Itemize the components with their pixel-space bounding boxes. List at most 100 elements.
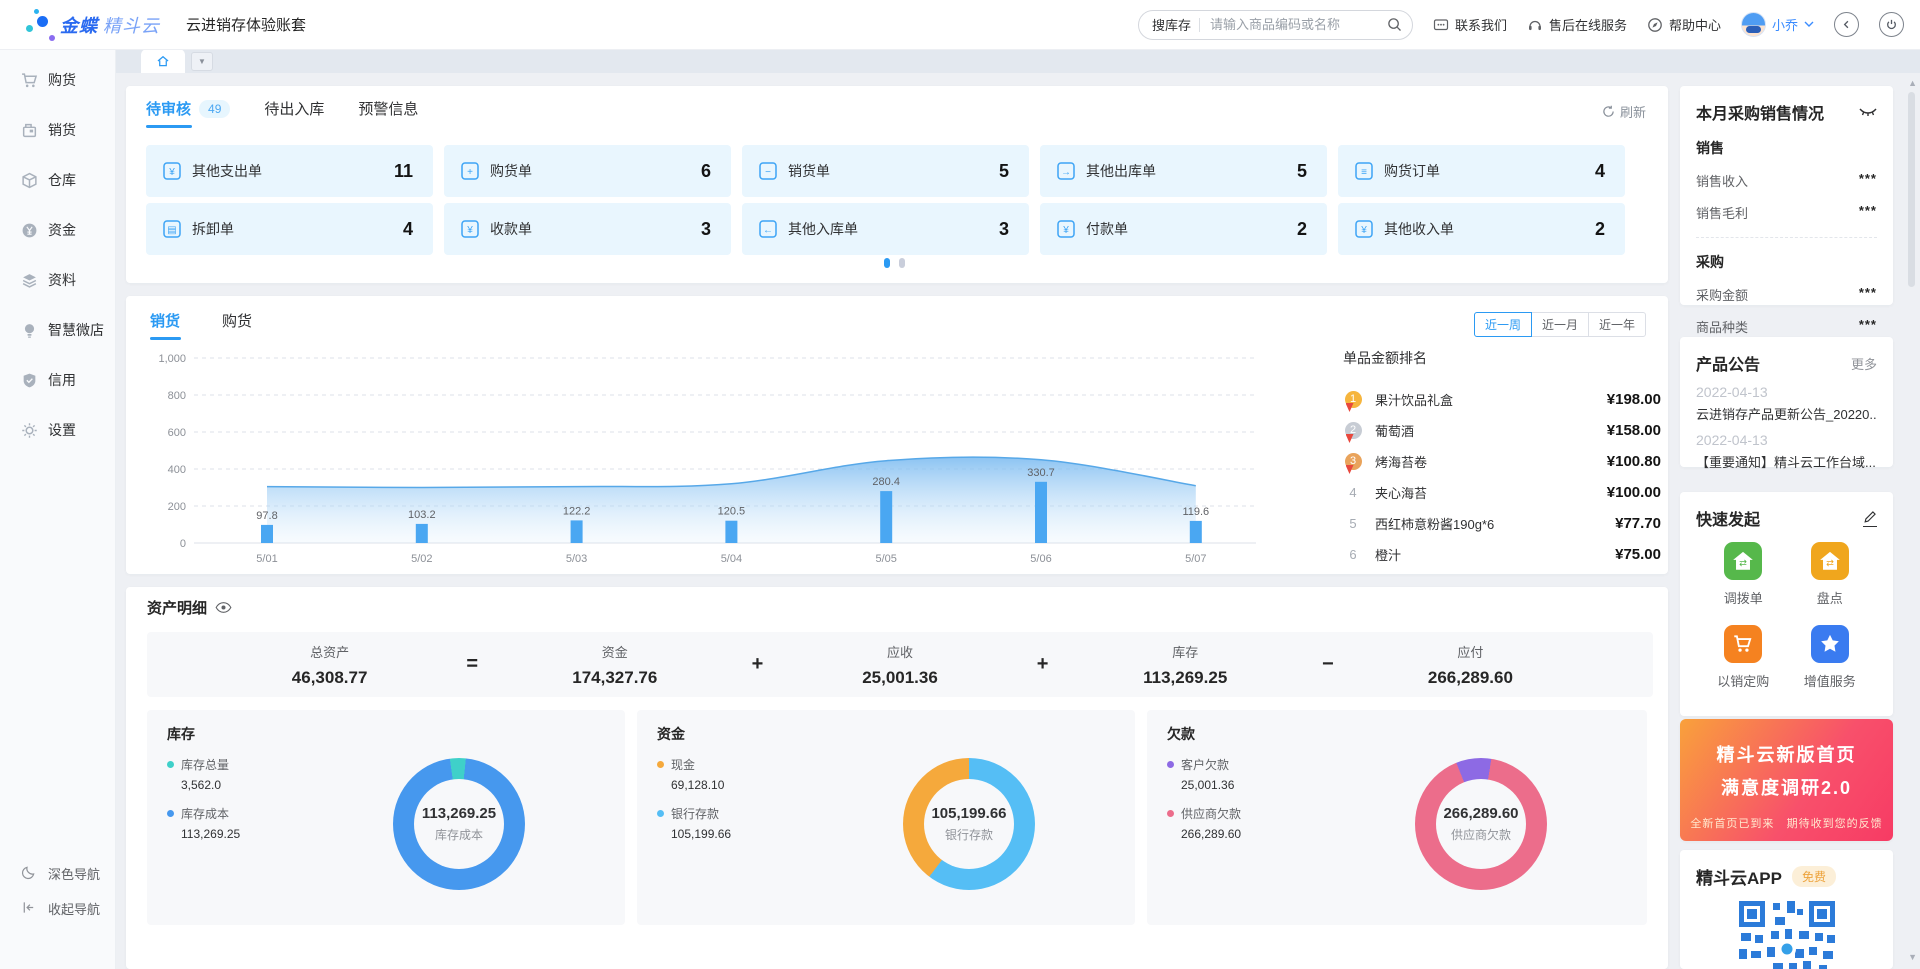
sidebar-toggle-dark-nav[interactable]: 深色导航 (0, 856, 115, 891)
announcement-item[interactable]: 2022-04-13【重要通知】精斗云工作台域... (1680, 432, 1893, 471)
todo-card[interactable]: →其他出库单5 (1040, 145, 1327, 197)
eye-closed-icon[interactable] (1859, 107, 1877, 118)
svg-text:5/04: 5/04 (721, 553, 742, 565)
todo-card[interactable]: +购货单6 (444, 145, 731, 197)
star-icon (1811, 625, 1849, 663)
app-logo[interactable]: 金蝶 精斗云 (22, 4, 160, 46)
nav-contact[interactable]: 联系我们 (1433, 15, 1507, 34)
ranking-item[interactable]: 5西红柿意粉酱190g*6¥77.70 (1343, 512, 1661, 534)
quick-action-transfer-order[interactable]: ⇄调拨单 (1724, 542, 1763, 607)
monthly-row: 商品种类*** (1696, 317, 1877, 336)
todo-card[interactable]: ≡购货订单4 (1338, 145, 1625, 197)
subcard-title: 欠款 (1167, 724, 1195, 744)
todo-card[interactable]: ←其他入库单3 (742, 203, 1029, 255)
app-download-card: 精斗云APP 免费 (1680, 850, 1893, 969)
monthly-row-value: *** (1859, 203, 1877, 222)
range-button-2[interactable]: 近一年 (1588, 312, 1646, 337)
sidebar-item-label: 购货 (48, 70, 76, 90)
bill-icon: ¥ (1354, 219, 1374, 239)
range-button-0[interactable]: 近一周 (1474, 312, 1532, 337)
ranking-product-name: 烤海苔卷 (1375, 452, 1607, 471)
quick-action-label: 以销定购 (1717, 671, 1769, 690)
monthly-row: 销售毛利*** (1696, 203, 1877, 222)
bill-icon: ¥ (1056, 219, 1076, 239)
scrollbar-thumb[interactable] (1908, 92, 1915, 287)
sidebar-item-purchase[interactable]: 购货 (0, 61, 115, 99)
bill-icon: − (758, 161, 778, 181)
trend-tab-sales[interactable]: 销货 (150, 310, 180, 340)
scrollbar-up-arrow[interactable]: ▲ (1908, 78, 1917, 88)
gear-icon (21, 422, 38, 439)
sidebar-item-data[interactable]: 资料 (0, 261, 115, 299)
collapse-icon (21, 900, 38, 917)
carousel-dot-2[interactable] (899, 258, 905, 268)
svg-text:→: → (1061, 167, 1071, 178)
sidebar-item-warehouse[interactable]: 仓库 (0, 161, 115, 199)
user-menu[interactable]: 小乔 (1741, 12, 1814, 37)
todo-card[interactable]: ¥付款单2 (1040, 203, 1327, 255)
trend-tab-purchase[interactable]: 购货 (222, 310, 252, 340)
ranking-rank: 1 (1343, 390, 1363, 408)
nav-after-sales[interactable]: 售后在线服务 (1527, 15, 1627, 34)
todo-tab-1[interactable]: 待出入库 (264, 98, 324, 128)
survey-banner[interactable]: 精斗云新版首页 满意度调研2.0 全新首页已到来 期待收到您的反馈 (1680, 719, 1893, 841)
quick-action-purchase-by-sale[interactable]: 以销定购 (1717, 625, 1769, 690)
sidebar-item-credit[interactable]: 信用 (0, 361, 115, 399)
sidebar-item-settings[interactable]: 设置 (0, 411, 115, 449)
power-button[interactable] (1879, 12, 1904, 37)
formula-label: 资金 (492, 642, 737, 661)
svg-text:200: 200 (168, 501, 186, 513)
sidebar-toggle-collapse-nav[interactable]: 收起导航 (0, 891, 115, 926)
ranking-item[interactable]: 4夹心海苔¥100.00 (1343, 481, 1661, 503)
todo-card[interactable]: ▤拆卸单4 (146, 203, 433, 255)
sidebar-item-funds[interactable]: 资金 (0, 211, 115, 249)
carousel-dot-1[interactable] (884, 258, 890, 268)
svg-text:−: − (765, 167, 771, 178)
legend-label: 库存成本 (181, 805, 229, 822)
ranking-item[interactable]: 1果汁饮品礼盒¥198.00 (1343, 388, 1661, 410)
home-tab[interactable] (141, 49, 185, 73)
announcement-item[interactable]: 2022-04-13云进销存产品更新公告_20220... (1680, 384, 1893, 423)
legend-value: 113,269.25 (181, 827, 240, 841)
svg-text:103.2: 103.2 (408, 509, 436, 521)
announcements-more-link[interactable]: 更多 (1851, 354, 1877, 373)
legend-dot (167, 810, 174, 817)
svg-text:¥: ¥ (1360, 225, 1367, 236)
edit-pencil-icon[interactable] (1863, 510, 1877, 527)
svg-text:280.4: 280.4 (872, 476, 900, 488)
todo-tab-badge: 49 (199, 100, 230, 118)
todo-card[interactable]: ¥其他支出单11 (146, 145, 433, 197)
ranking-product-name: 葡萄酒 (1375, 421, 1607, 440)
refresh-button[interactable]: 刷新 (1602, 102, 1646, 121)
todo-tab-2[interactable]: 预警信息 (358, 98, 418, 128)
todo-card[interactable]: ¥其他收入单2 (1338, 203, 1625, 255)
back-button[interactable] (1834, 12, 1859, 37)
search-icon[interactable] (1387, 17, 1402, 32)
todo-card[interactable]: −销货单5 (742, 145, 1029, 197)
ranking-item[interactable]: 3烤海苔卷¥100.80 (1343, 450, 1661, 472)
search-scope-label[interactable]: 搜库存 (1152, 15, 1191, 34)
nav-help[interactable]: 帮助中心 (1647, 15, 1721, 34)
sales-trend-chart: 02004006008001,0005/015/025/035/045/055/… (146, 348, 1326, 570)
todo-card[interactable]: ¥收款单3 (444, 203, 731, 255)
eye-open-icon[interactable] (215, 602, 232, 613)
range-button-1[interactable]: 近一月 (1531, 312, 1589, 337)
sidebar-item-micro-shop[interactable]: 智慧微店 (0, 311, 115, 349)
inventory-search[interactable]: 搜库存 (1138, 10, 1413, 40)
chevron-down-icon (1804, 21, 1814, 28)
funds-donut: 105,199.66银行存款 (903, 758, 1035, 890)
scrollbar-down-arrow[interactable]: ▼ (1908, 952, 1917, 962)
sidebar-toggle-label: 深色导航 (48, 864, 100, 883)
todo-tab-0[interactable]: 待审核49 (146, 98, 230, 128)
item-amount-ranking: 单品金额排名 1果汁饮品礼盒¥198.002葡萄酒¥158.003烤海苔卷¥10… (1343, 348, 1661, 574)
ranking-price: ¥158.00 (1607, 422, 1661, 439)
tab-dropdown[interactable]: ▼ (191, 52, 213, 71)
ranking-item[interactable]: 6橙汁¥75.00 (1343, 543, 1661, 565)
quick-action-stocktake[interactable]: ⇄盘点 (1811, 542, 1849, 607)
quick-action-value-service[interactable]: 增值服务 (1804, 625, 1856, 690)
search-input[interactable] (1208, 16, 1387, 33)
carousel-dots (884, 258, 905, 268)
legend-label: 现金 (671, 756, 695, 773)
ranking-item[interactable]: 2葡萄酒¥158.00 (1343, 419, 1661, 441)
sidebar-item-sale[interactable]: 销货 (0, 111, 115, 149)
